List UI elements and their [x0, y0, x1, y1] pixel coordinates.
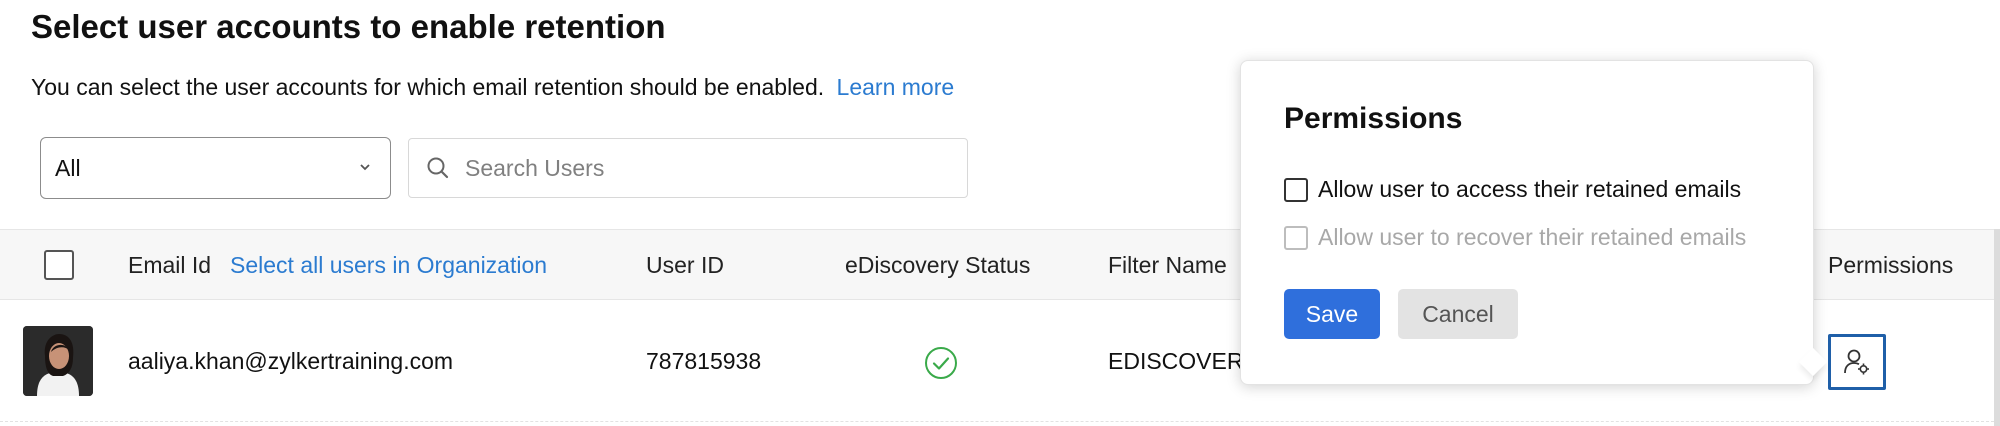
user-settings-icon [1844, 349, 1869, 375]
search-input[interactable] [465, 154, 945, 182]
filter-name-value: EDISCOVER [1108, 348, 1244, 374]
column-ediscovery-status: eDiscovery Status [845, 252, 1031, 278]
page-description: You can select the user accounts for whi… [31, 74, 954, 101]
search-box[interactable] [408, 138, 968, 198]
permissions-popover: Permissions Allow user to access their r… [1240, 60, 1814, 385]
description-text: You can select the user accounts for whi… [31, 74, 825, 100]
column-user-id: User ID [646, 252, 724, 278]
chevron-down-icon [360, 164, 370, 171]
select-all-users-link[interactable]: Select all users in Organization [230, 252, 547, 279]
allow-access-label: Allow user to access their retained emai… [1318, 176, 1742, 202]
column-email: Email Id [128, 252, 212, 278]
search-icon [427, 157, 449, 179]
cancel-button[interactable]: Cancel [1398, 289, 1518, 339]
allow-access-checkbox[interactable] [1284, 177, 1308, 202]
vertical-scrollbar[interactable] [1994, 229, 2000, 426]
user-email: aaliya.khan@zylkertraining.com [128, 348, 454, 374]
allow-access-option[interactable]: Allow user to access their retained emai… [1284, 176, 1741, 203]
allow-recover-checkbox [1284, 225, 1308, 250]
page-title: Select user accounts to enable retention [31, 8, 666, 45]
select-all-checkbox[interactable] [44, 250, 74, 280]
column-filter-name: Filter Name [1108, 252, 1227, 278]
avatar [23, 326, 93, 396]
allow-recover-label: Allow user to recover their retained ema… [1318, 224, 1747, 250]
filter-selected-value: All [55, 154, 81, 181]
popover-title: Permissions [1284, 102, 1463, 135]
permissions-button[interactable] [1828, 334, 1886, 390]
allow-recover-option: Allow user to recover their retained ema… [1284, 224, 1746, 251]
user-id: 787815938 [646, 348, 762, 374]
learn-more-link[interactable]: Learn more [837, 74, 955, 100]
filter-dropdown[interactable]: All [40, 137, 391, 199]
check-circle-icon [925, 347, 957, 379]
column-permissions: Permissions [1828, 252, 1954, 278]
save-button[interactable]: Save [1284, 289, 1380, 339]
